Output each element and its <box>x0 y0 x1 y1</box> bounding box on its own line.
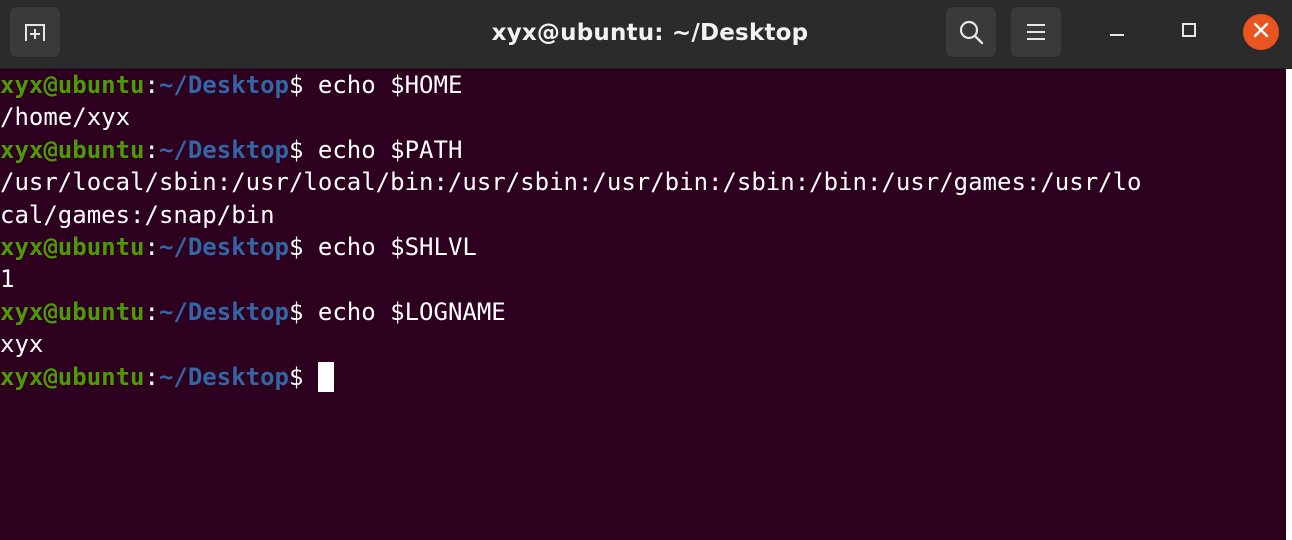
hamburger-menu-icon <box>1025 22 1047 42</box>
command-text: echo $LOGNAME <box>317 297 506 326</box>
menu-button[interactable] <box>1011 7 1061 57</box>
prompt-dollar: $ <box>289 232 318 261</box>
window-title: xyx@ubuntu: ~/Desktop <box>491 20 809 46</box>
new-tab-button[interactable] <box>10 7 60 57</box>
prompt-user-host: xyx@ubuntu <box>0 135 145 164</box>
output-line: /usr/local/sbin:/usr/local/bin:/usr/sbin… <box>0 168 1142 197</box>
terminal-window: xyx@ubuntu: ~/Desktop xyx@ubuntu:~/Deskt… <box>0 0 1292 540</box>
search-icon <box>957 18 985 46</box>
prompt-line: xyx@ubuntu:~/Desktop$ echo $SHLVL <box>0 231 1286 263</box>
close-button[interactable] <box>1243 14 1279 50</box>
command-text: echo $PATH <box>317 135 463 164</box>
prompt-line: xyx@ubuntu:~/Desktop$ echo $LOGNAME <box>0 296 1286 328</box>
prompt-separator: : <box>144 232 159 261</box>
output-line: 1 <box>0 265 15 294</box>
prompt-dollar: $ <box>289 297 318 326</box>
prompt-path: ~/Desktop <box>158 71 289 99</box>
prompt-user-host: xyx@ubuntu <box>0 71 145 99</box>
maximize-button[interactable] <box>1171 14 1207 50</box>
minimize-icon <box>1109 22 1125 42</box>
prompt-separator: : <box>144 71 159 99</box>
maximize-icon <box>1181 22 1197 42</box>
close-icon <box>1253 22 1269 42</box>
prompt-separator: : <box>144 135 159 164</box>
prompt-dollar: $ <box>289 362 318 391</box>
prompt-dollar: $ <box>289 135 318 164</box>
prompt-separator: : <box>144 297 159 326</box>
output-line: cal/games:/snap/bin <box>0 200 275 229</box>
prompt-user-host: xyx@ubuntu <box>0 297 145 326</box>
minimize-button[interactable] <box>1099 14 1135 50</box>
prompt-line: xyx@ubuntu:~/Desktop$ echo $PATH <box>0 134 1286 166</box>
prompt-line-active[interactable]: xyx@ubuntu:~/Desktop$ <box>0 361 1286 393</box>
prompt-dollar: $ <box>289 71 318 99</box>
prompt-user-host: xyx@ubuntu <box>0 362 145 391</box>
terminal-output[interactable]: xyx@ubuntu:~/Desktop$ echo $HOME /home/x… <box>0 69 1286 540</box>
prompt-user-host: xyx@ubuntu <box>0 232 145 261</box>
text-cursor <box>317 361 334 392</box>
command-text: echo $SHLVL <box>317 232 477 261</box>
prompt-separator: : <box>144 362 159 391</box>
header-bar: xyx@ubuntu: ~/Desktop <box>0 0 1292 69</box>
search-button[interactable] <box>946 7 996 57</box>
prompt-path: ~/Desktop <box>158 362 289 391</box>
prompt-path: ~/Desktop <box>158 135 289 164</box>
scrollbar[interactable] <box>1286 69 1292 540</box>
command-text: echo $HOME <box>317 71 463 99</box>
output-line: xyx <box>0 330 44 359</box>
prompt-line: xyx@ubuntu:~/Desktop$ echo $HOME <box>0 69 1286 101</box>
prompt-path: ~/Desktop <box>158 232 289 261</box>
prompt-path: ~/Desktop <box>158 297 289 326</box>
new-tab-icon <box>22 19 48 45</box>
output-line: /home/xyx <box>0 103 131 132</box>
